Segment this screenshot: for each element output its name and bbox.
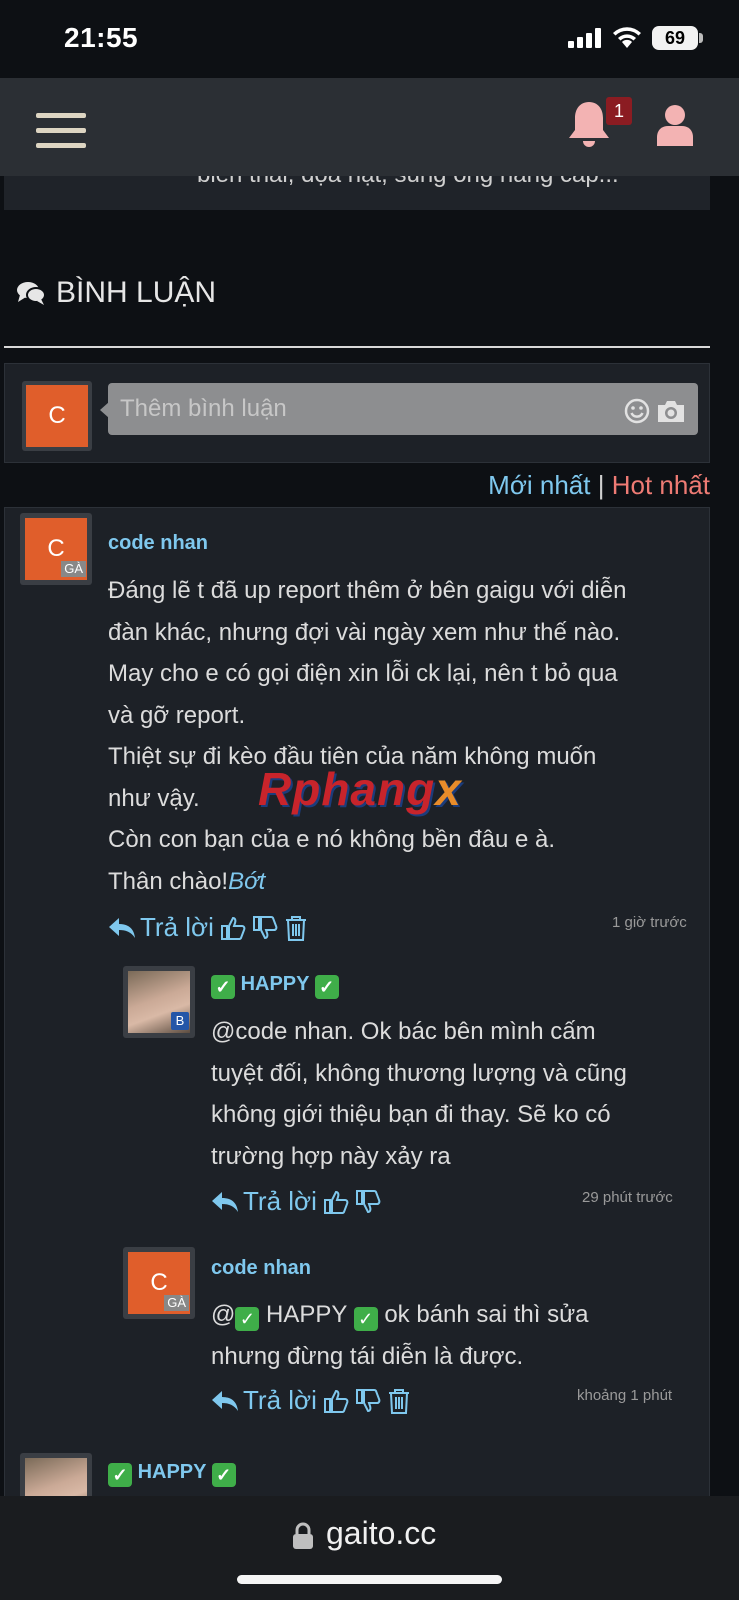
comment-author[interactable]: ✓ HAPPY ✓ xyxy=(108,1461,236,1487)
comment-actions: Trả lời xyxy=(211,1385,411,1416)
comment-input[interactable] xyxy=(108,383,698,435)
emoji-icon[interactable] xyxy=(624,398,650,424)
comment-line: không giới thiệu bạn đi thay. Sẽ ko có xyxy=(211,1101,611,1128)
comment-actions: Trả lời xyxy=(211,1186,381,1217)
comment-actions: Trả lời xyxy=(108,912,308,943)
notification-badge: 1 xyxy=(606,97,632,125)
user-icon[interactable] xyxy=(654,104,696,146)
comment-line: đàn khác, nhưng đợi vài ngày xem như thế… xyxy=(108,618,621,646)
show-less-link[interactable]: Bớt xyxy=(228,868,265,895)
battery-icon: 69 xyxy=(652,26,698,50)
comment-line: Đáng lẽ t đã up report thêm ở bên gaigu … xyxy=(108,577,627,604)
comment-timestamp: khoảng 1 phút xyxy=(577,1387,673,1404)
reply-icon xyxy=(212,1390,238,1411)
comment-line: May cho e có gọi điện xin lỗi ck lại, nê… xyxy=(108,660,618,687)
comment-avatar[interactable]: C GÀ xyxy=(123,1247,195,1319)
delete-icon[interactable] xyxy=(387,1388,411,1414)
section-divider xyxy=(4,346,710,348)
comment-author[interactable]: code nhan xyxy=(108,532,208,555)
reply-button[interactable]: Trả lời xyxy=(211,1186,317,1217)
check-icon: ✓ xyxy=(235,1307,260,1331)
comments-heading: BÌNH LUẬN xyxy=(16,276,216,310)
camera-icon[interactable] xyxy=(656,398,686,424)
reply-icon xyxy=(212,1191,238,1212)
check-icon: ✓ xyxy=(211,975,235,999)
top-nav-bar xyxy=(0,78,739,176)
lock-icon xyxy=(293,1522,313,1549)
comments-heading-text: BÌNH LUẬN xyxy=(56,276,217,309)
dislike-icon[interactable] xyxy=(355,1388,381,1414)
like-icon[interactable] xyxy=(323,1388,349,1414)
sort-hot-link[interactable]: Hot nhất xyxy=(612,470,710,500)
mention-name: HAPPY xyxy=(266,1301,347,1328)
comment-line: Còn con bạn của e nó không bền đâu e à. xyxy=(108,826,556,853)
comment-line: Thân chào!Bớt xyxy=(108,867,266,895)
watermark-logo: Rphangx xyxy=(258,763,462,815)
sort-options: Mới nhất | Hot nhất xyxy=(488,470,710,501)
comment-avatar[interactable]: C GÀ xyxy=(20,513,92,585)
comment-body: Đáng lẽ t đã up report thêm ở bên gaigu … xyxy=(108,570,626,902)
check-icon: ✓ xyxy=(211,1463,236,1487)
home-indicator[interactable] xyxy=(237,1575,502,1584)
rank-badge: B xyxy=(171,1012,189,1030)
dislike-icon[interactable] xyxy=(355,1189,381,1215)
menu-icon[interactable] xyxy=(36,113,86,158)
check-icon: ✓ xyxy=(353,1307,378,1331)
check-icon: ✓ xyxy=(314,975,339,999)
reply-label: Trả lời xyxy=(243,1186,317,1216)
comment-line: và gỡ report. xyxy=(108,701,246,729)
reply-button[interactable]: Trả lời xyxy=(211,1385,317,1416)
comments-icon xyxy=(17,282,46,305)
comment-author[interactable]: ✓ HAPPY ✓ xyxy=(211,973,339,999)
like-icon[interactable] xyxy=(323,1189,349,1215)
reply-icon xyxy=(109,917,135,938)
check-icon: ✓ xyxy=(108,1463,132,1487)
comment-timestamp: 1 giờ trước xyxy=(612,914,687,931)
comment-avatar[interactable]: B xyxy=(123,966,195,1038)
battery-tip xyxy=(699,33,703,43)
signal-icon xyxy=(568,28,601,48)
comment-line: nhưng đừng tái diễn là được. xyxy=(211,1342,524,1370)
like-icon[interactable] xyxy=(220,915,246,941)
rank-badge: GÀ xyxy=(164,1295,189,1311)
status-time: 21:55 xyxy=(64,22,139,53)
comment-line: @ ✓ HAPPY ✓ ok bánh sai thì sửa xyxy=(211,1301,589,1331)
reply-button[interactable]: Trả lời xyxy=(108,912,214,943)
comment-line: @code nhan. Ok bác bên mình cấm xyxy=(211,1018,596,1045)
dislike-icon[interactable] xyxy=(252,915,278,941)
comment-author[interactable]: code nhan xyxy=(211,1257,311,1280)
comment-body: @code nhan. Ok bác bên mình cấm tuyệt đố… xyxy=(211,1011,627,1177)
comment-timestamp: 29 phút trước xyxy=(582,1189,673,1206)
wifi-icon xyxy=(613,27,641,48)
reply-label: Trả lời xyxy=(243,1385,317,1415)
comment-line: trường hợp này xảy ra xyxy=(211,1142,451,1170)
sort-newest-link[interactable]: Mới nhất xyxy=(488,470,590,500)
current-user-avatar: C xyxy=(22,381,92,451)
sort-separator: | xyxy=(597,470,605,500)
url-text[interactable]: gaito.cc xyxy=(326,1515,436,1552)
rank-badge: GÀ xyxy=(61,561,86,577)
comment-body: @ ✓ HAPPY ✓ ok bánh sai thì sửa nhưng đừn… xyxy=(211,1294,589,1377)
delete-icon[interactable] xyxy=(284,915,308,941)
reply-label: Trả lời xyxy=(140,912,214,942)
comment-line: tuyệt đối, không thương lượng và cũng xyxy=(211,1059,627,1087)
